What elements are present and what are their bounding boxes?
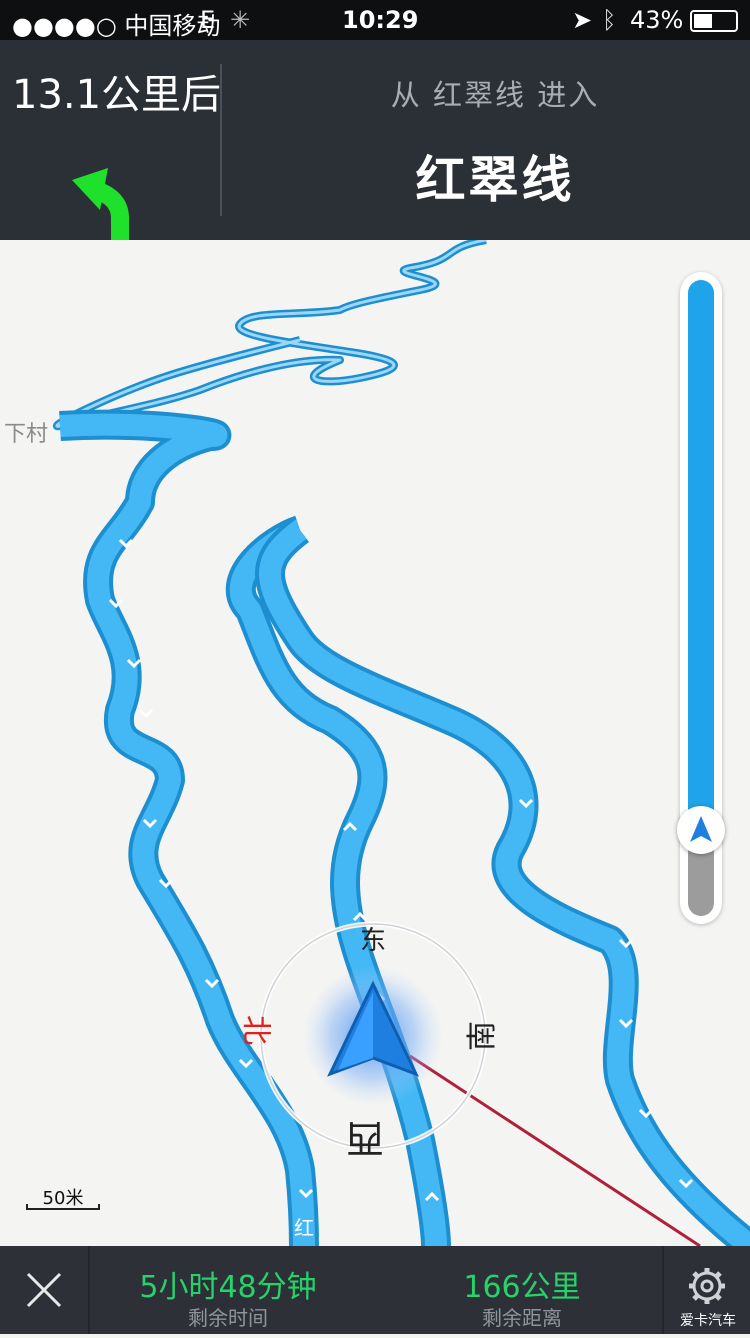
map-scale: 50米 — [24, 1184, 102, 1212]
battery-percent: 43% — [630, 6, 684, 34]
network-type: E — [200, 6, 216, 34]
distant-road — [53, 240, 487, 431]
remaining-distance-value: 166公里 — [463, 1270, 581, 1305]
compass-south-label: 南 — [465, 1021, 500, 1051]
clock: 10:29 — [342, 6, 419, 34]
watermark-text: 爱卡汽车 — [680, 1313, 736, 1329]
route-map — [53, 240, 750, 1246]
trip-info-bar: 5小时48分钟 剩余时间 166公里 剩余距离 爱卡汽车 — [0, 1246, 750, 1334]
close-icon — [26, 1272, 62, 1308]
navigation-arrow-icon — [690, 816, 712, 842]
road-label: 红 — [294, 1216, 314, 1240]
remaining-time-caption: 剩余时间 — [188, 1306, 268, 1330]
remaining-time-value: 5小时48分钟 — [139, 1270, 317, 1305]
remaining-distance-caption: 剩余距离 — [482, 1306, 562, 1330]
bar-divider — [88, 1246, 90, 1334]
battery-icon — [690, 10, 738, 32]
location-arrow-icon: ➤ — [572, 6, 593, 34]
zoom-slider-handle[interactable] — [677, 806, 725, 854]
status-bar: ●●●●○ 中国移动 E ✳ 10:29 ➤ ᛒ 43% — [0, 0, 750, 40]
enter-road-hint: 从 红翠线 进入 — [390, 78, 600, 112]
exit-navigation-button[interactable] — [0, 1246, 88, 1334]
compass-north-label: 北 — [238, 1015, 273, 1045]
header-divider — [220, 64, 222, 216]
navigation-header: 13.1公里后 从 红翠线 进入 红翠线 — [0, 40, 750, 268]
zoom-slider-fill — [688, 280, 714, 840]
carrier-signal: ●●●●○ 中国移动 — [12, 12, 221, 40]
compass-west-label: 西 — [346, 1116, 385, 1160]
distance-to-turn: 13.1公里后 — [12, 72, 222, 118]
scale-line — [26, 1204, 100, 1210]
bluetooth-icon: ᛒ — [602, 6, 617, 34]
next-road-name: 红翠线 — [415, 151, 575, 209]
activity-spinner-icon: ✳ — [230, 6, 251, 34]
compass-east-label: 东 — [360, 926, 387, 956]
map-view[interactable]: 下村 红 东 北 南 西 50米 — [0, 240, 750, 1246]
place-label: 下村 — [4, 422, 49, 447]
